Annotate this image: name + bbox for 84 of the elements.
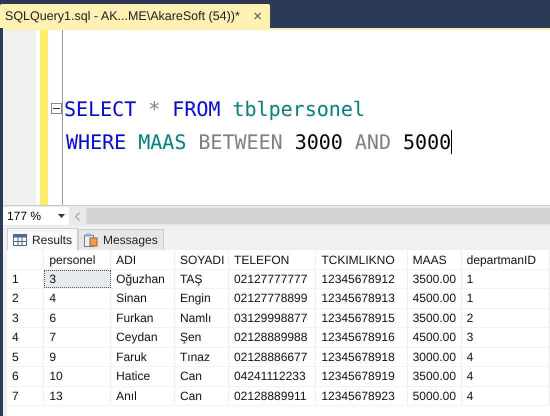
table-cell[interactable]: Furkan [111, 308, 175, 327]
code-token: FROM [172, 96, 220, 120]
row-number[interactable]: 6 [7, 367, 44, 386]
caret-icon [58, 214, 65, 218]
table-cell[interactable]: 12345678923 [316, 386, 408, 405]
table-cell[interactable]: 3000.00 [408, 348, 462, 366]
table-cell[interactable]: Can [174, 386, 229, 405]
table-cell[interactable]: 4 [44, 289, 112, 308]
row-number[interactable]: 4 [7, 328, 44, 346]
row-number[interactable]: 7 [7, 386, 44, 405]
code-token: BETWEEN [198, 130, 283, 154]
row-number[interactable]: 5 [7, 348, 44, 366]
table-cell[interactable]: Şen [174, 328, 229, 346]
column-header[interactable]: MAAS [408, 250, 462, 268]
row-number[interactable]: 3 [7, 308, 44, 327]
table-cell[interactable]: 2 [462, 308, 550, 327]
table-cell[interactable]: 6 [44, 308, 112, 327]
table-cell[interactable]: 12345678915 [316, 308, 408, 327]
table-cell[interactable]: 3 [462, 328, 550, 346]
table-cell[interactable]: 02128889911 [228, 386, 316, 405]
column-header[interactable]: departmanID [462, 250, 550, 268]
table-cell[interactable]: Anıl [111, 386, 175, 405]
document-icon [84, 233, 98, 247]
table-cell[interactable]: 02128889988 [228, 328, 316, 346]
table-cell[interactable]: TAŞ [174, 270, 229, 288]
table-cell[interactable]: Can [174, 367, 229, 386]
table-cell[interactable]: 02127778899 [228, 289, 316, 308]
column-header[interactable]: personel [44, 250, 112, 268]
table-cell[interactable]: 12345678919 [316, 367, 408, 386]
code-token: tblpersonel [232, 96, 365, 120]
row-number[interactable]: 2 [7, 289, 44, 308]
code-token: WHERE [66, 130, 126, 154]
column-header[interactable]: SOYADI [174, 250, 229, 268]
table-cell[interactable]: 4500.00 [408, 289, 462, 308]
table-cell[interactable]: 02127777777 [228, 270, 316, 288]
table-cell[interactable]: 12345678913 [316, 289, 408, 308]
table-cell[interactable]: 1 [462, 270, 550, 288]
table-cell[interactable]: 10 [44, 367, 112, 386]
zoom-dropdown[interactable]: 177 % [3, 207, 69, 225]
table-cell[interactable]: 4 [462, 348, 550, 366]
code-token: * [148, 96, 160, 120]
close-icon[interactable]: × [253, 8, 262, 24]
table-cell[interactable]: 04241112233 [228, 367, 316, 386]
column-header[interactable]: ADI [111, 250, 175, 268]
table-cell[interactable]: 1 [462, 289, 550, 308]
column-header[interactable]: TCKIMLIKNO [316, 250, 408, 268]
table-cell[interactable]: Hatice [111, 367, 175, 386]
table-cell[interactable]: 3500.00 [408, 308, 462, 327]
table-cell[interactable]: 02128886677 [228, 348, 316, 366]
document-tab[interactable]: SQLQuery1.sql - AK...ME\AkareSoft (54))* × [0, 4, 270, 28]
code-token: 3000 [294, 130, 343, 154]
table-cell[interactable]: 4 [462, 386, 550, 405]
table-cell[interactable]: 13 [44, 386, 112, 405]
table-cell[interactable]: 7 [44, 328, 112, 346]
table-cell[interactable]: 5000.00 [408, 386, 462, 405]
table-cell[interactable]: Tınaz [174, 348, 229, 366]
scroll-left-icon[interactable] [75, 212, 80, 220]
table-cell[interactable]: Oğuzhan [111, 270, 175, 288]
table-cell[interactable]: Namlı [174, 308, 229, 327]
results-tab[interactable]: Results [7, 228, 78, 250]
table-cell[interactable]: 4500.00 [408, 328, 462, 346]
table-cell[interactable]: 3500.00 [408, 270, 462, 288]
table-cell[interactable]: 12345678916 [316, 328, 408, 346]
table-cell[interactable]: 4 [462, 367, 550, 386]
table-cell[interactable]: Ceydan [111, 328, 175, 346]
code-token: SELECT [64, 96, 136, 120]
table-cell[interactable]: 3500.00 [408, 367, 462, 386]
table-cell[interactable]: 9 [44, 348, 112, 366]
table-cell[interactable]: 12345678912 [316, 270, 408, 288]
document-tab-title: SQLQuery1.sql - AK...ME\AkareSoft (54))* [5, 9, 240, 23]
collapse-icon[interactable] [51, 103, 62, 114]
code-token: MAAS [138, 130, 186, 154]
column-header[interactable]: TELEFON [228, 250, 316, 268]
table-cell[interactable]: Faruk [111, 348, 175, 366]
table-cell[interactable]: Engin [174, 289, 229, 308]
table-cell[interactable]: 03129998877 [228, 308, 316, 327]
table-cell[interactable]: 12345678918 [316, 348, 408, 366]
code-token: 5000 [402, 130, 452, 154]
results-tab[interactable]: Messages [78, 229, 164, 250]
table-cell[interactable]: Sinan [111, 289, 175, 308]
table-cell[interactable]: 3 [44, 270, 112, 288]
code-token: AND [354, 130, 391, 154]
grid-icon [13, 234, 27, 246]
text-caret [451, 130, 452, 154]
